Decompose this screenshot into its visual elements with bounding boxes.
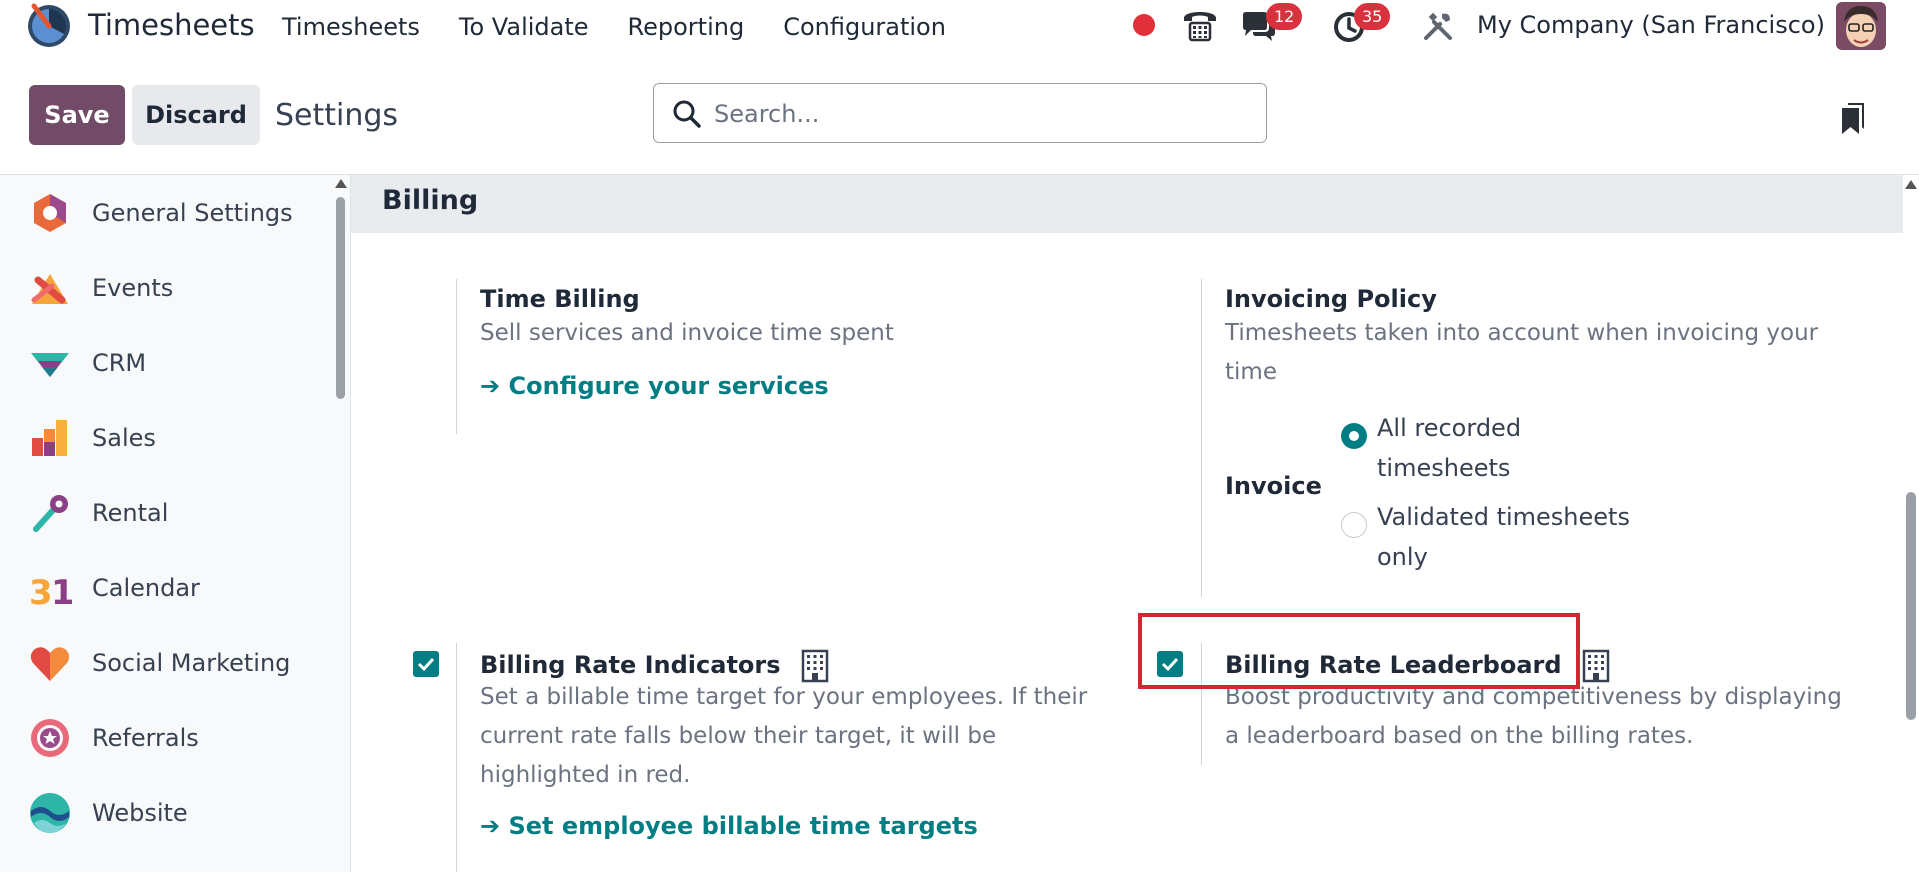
- save-button[interactable]: Save: [29, 85, 125, 145]
- sidebar-item-label: General Settings: [92, 198, 293, 227]
- radio-label: Validated timesheets only: [1377, 503, 1630, 571]
- setting-divider: [1201, 279, 1202, 597]
- setting-billing-rate-indicators: Billing Rate Indicators Set a billable t…: [456, 643, 1106, 872]
- sidebar-item-label: Calendar: [92, 573, 200, 602]
- sidebar-item-label: Sales: [92, 423, 156, 452]
- top-navbar: Timesheets Timesheets To Validate Report…: [0, 0, 1919, 54]
- sidebar-scroll-up-arrow[interactable]: [335, 179, 347, 188]
- sidebar-item-label: Rental: [92, 498, 169, 527]
- setting-description: Timesheets taken into account when invoi…: [1225, 320, 1819, 385]
- chat-count-badge: 12: [1266, 3, 1303, 30]
- sidebar-item-label: Referrals: [92, 723, 199, 752]
- recording-indicator-icon[interactable]: [1133, 14, 1155, 36]
- calendar-icon: 3 1: [29, 573, 72, 610]
- radio-label: All recorded timesheets: [1377, 414, 1522, 482]
- sidebar-item-label: Website: [92, 798, 188, 827]
- arrow-right-icon: ➔: [480, 372, 509, 400]
- setting-title: Invoicing Policy: [1225, 285, 1437, 313]
- rental-icon: [33, 494, 68, 532]
- social-marketing-icon: [30, 646, 70, 681]
- setting-description: Set a billable time target for your empl…: [480, 684, 1088, 788]
- setting-divider: [1201, 643, 1202, 765]
- checkmark-icon: [417, 657, 435, 672]
- billing-rate-indicators-checkbox[interactable]: [413, 651, 439, 677]
- timesheets-app-icon[interactable]: [26, 3, 72, 49]
- arrow-right-icon: ➔: [480, 812, 509, 840]
- setting-divider: [456, 643, 457, 872]
- billing-rate-leaderboard-checkbox[interactable]: [1157, 651, 1183, 677]
- svg-text:3: 3: [29, 573, 53, 610]
- sidebar-item-rental[interactable]: Rental: [0, 475, 330, 550]
- setting-divider: [456, 279, 457, 434]
- crm-icon: [31, 352, 69, 377]
- main-menu: Timesheets To Validate Reporting Configu…: [282, 13, 985, 41]
- setting-billing-rate-leaderboard: Billing Rate Leaderboard Boost productiv…: [1201, 643, 1851, 803]
- sidebar-item-crm[interactable]: CRM: [0, 325, 330, 400]
- menu-timesheets[interactable]: Timesheets: [282, 13, 420, 41]
- discard-button[interactable]: Discard: [132, 85, 260, 145]
- radio-all-recorded-timesheets[interactable]: [1341, 423, 1367, 449]
- settings-content: Billing Time Billing Sell services and i…: [351, 175, 1903, 872]
- website-icon: [30, 792, 70, 833]
- company-switcher[interactable]: My Company (San Francisco): [1477, 11, 1825, 39]
- menu-configuration[interactable]: Configuration: [783, 13, 946, 41]
- configure-services-link[interactable]: ➔ Configure your services: [480, 372, 829, 400]
- setting-time-billing: Time Billing Sell services and invoice t…: [456, 279, 1106, 439]
- radio-validated-timesheets-only[interactable]: [1341, 512, 1367, 538]
- events-icon: [31, 273, 68, 304]
- user-avatar[interactable]: [1836, 2, 1886, 50]
- sidebar-item-events[interactable]: Events: [0, 250, 330, 325]
- search-input[interactable]: [714, 96, 1254, 132]
- general-settings-icon: [34, 193, 66, 232]
- page-title: Settings: [275, 98, 399, 133]
- invoice-field-label: Invoice: [1225, 472, 1322, 500]
- debug-tools-icon[interactable]: [1422, 10, 1454, 42]
- setting-title: Time Billing: [480, 285, 640, 313]
- control-panel: Save Discard Settings: [0, 54, 1919, 175]
- activity-count-badge: 35: [1354, 3, 1391, 30]
- sales-icon: [32, 419, 67, 456]
- sidebar-item-label: Social Marketing: [92, 648, 291, 677]
- sidebar-item-sales[interactable]: Sales: [0, 400, 330, 475]
- sidebar-item-label: Events: [92, 273, 174, 302]
- menu-reporting[interactable]: Reporting: [628, 13, 745, 41]
- sidebar-item-general-settings[interactable]: General Settings: [0, 175, 330, 250]
- sidebar-item-website[interactable]: Website: [0, 775, 330, 850]
- main-scrollbar-thumb[interactable]: [1906, 492, 1916, 720]
- sidebar-item-referrals[interactable]: Referrals: [0, 700, 330, 775]
- svg-text:1: 1: [51, 573, 72, 610]
- sidebar-item-social-marketing[interactable]: Social Marketing: [0, 625, 330, 700]
- setting-description: Boost productivity and competitiveness b…: [1225, 684, 1842, 749]
- set-billable-targets-link[interactable]: ➔ Set employee billable time targets: [480, 812, 978, 840]
- phone-icon[interactable]: [1180, 4, 1220, 44]
- bookmark-icon[interactable]: [1840, 101, 1866, 135]
- menu-to-validate[interactable]: To Validate: [459, 13, 589, 41]
- setting-description: Sell services and invoice time spent: [480, 320, 894, 346]
- sidebar-item-calendar[interactable]: 3 1 Calendar: [0, 550, 330, 625]
- search-bar[interactable]: [653, 83, 1267, 143]
- referrals-icon: [31, 718, 69, 757]
- main-scroll-up-arrow[interactable]: [1905, 180, 1917, 189]
- search-icon: [673, 100, 701, 128]
- sidebar-scrollbar-thumb[interactable]: [336, 197, 345, 399]
- section-title: Billing: [382, 185, 479, 216]
- billing-section-header: Billing: [351, 175, 1903, 233]
- settings-sidebar: General Settings Events CRM Sales Rental…: [0, 175, 351, 872]
- checkmark-icon: [1161, 657, 1179, 672]
- sidebar-item-label: CRM: [92, 348, 147, 377]
- app-title[interactable]: Timesheets: [88, 8, 255, 42]
